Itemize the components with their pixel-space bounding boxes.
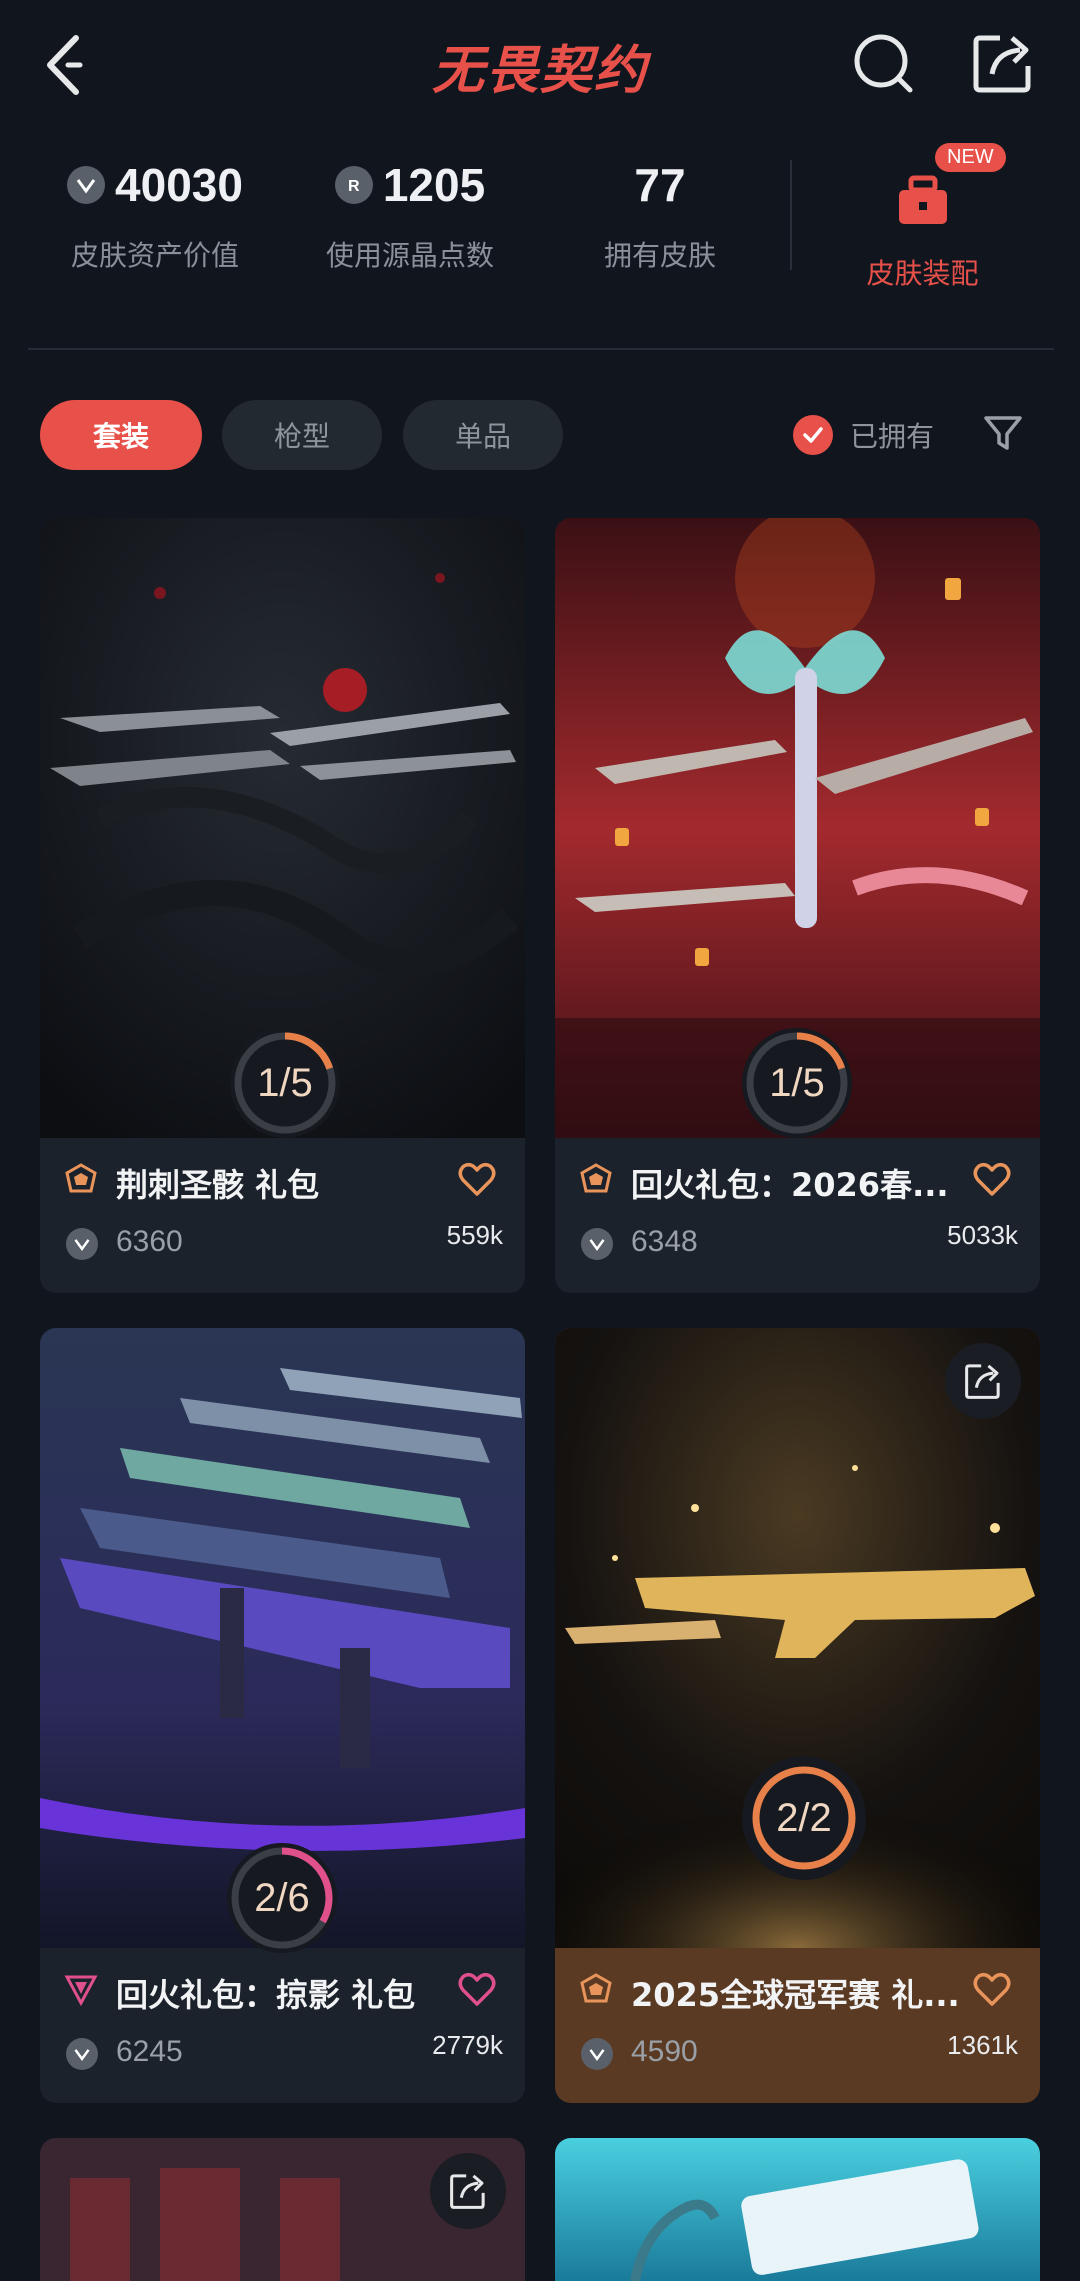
bundle-name: 2025全球冠军赛 礼... <box>631 1976 960 2014</box>
header-divider <box>28 348 1054 350</box>
skins-label: 拥有皮肤 <box>603 239 716 272</box>
progress-ring: 2/2 <box>742 1756 866 1880</box>
tier-badge-icon <box>65 1163 97 1193</box>
like-count: 2779k <box>432 2030 503 2060</box>
owned-label[interactable]: 已拥有 <box>850 415 934 455</box>
like-count: 559k <box>446 1220 503 1250</box>
share-icon[interactable] <box>970 30 1036 96</box>
heart-icon[interactable] <box>973 1162 1011 1198</box>
svg-text:R: R <box>348 178 360 195</box>
points-label: 使用源晶点数 <box>325 239 494 272</box>
stats-divider <box>790 160 792 270</box>
progress-ring: 1/5 <box>742 1028 852 1138</box>
share-icon <box>450 2174 485 2209</box>
vp-coin-icon <box>581 2038 613 2070</box>
tab-single-item[interactable]: 单品 <box>403 400 563 470</box>
bundle-card[interactable]: 2/6 回火礼包：掠影 礼包 6245 2779k <box>40 1328 525 2103</box>
stat-skins: 77 拥有皮肤 <box>580 150 740 274</box>
vp-coin-icon <box>66 1228 98 1260</box>
card-share-button[interactable] <box>945 1343 1021 1419</box>
search-icon[interactable] <box>850 30 916 96</box>
tab-weapon-type[interactable]: 枪型 <box>222 400 382 470</box>
like-count: 1361k <box>947 2030 1018 2060</box>
tier-badge-icon <box>64 1975 98 2006</box>
share-icon <box>965 1364 1000 1399</box>
points-value: 1205 <box>382 159 486 211</box>
bundle-info: 2025全球冠军赛 礼... 4590 1361k <box>555 1948 1040 2103</box>
bundle-price: 6360 <box>116 1225 183 1258</box>
bundle-card[interactable]: 1/5 回火礼包：2026春... 6348 5033k <box>555 518 1040 1293</box>
bundle-info: 荆刺圣骸 礼包 6360 559k <box>40 1138 525 1293</box>
tier-badge-icon <box>580 1973 612 2003</box>
bundle-card[interactable]: 2/2 2025全球冠军赛 礼... 4590 1361k <box>555 1328 1040 2103</box>
vp-coin-icon <box>67 166 106 204</box>
bundle-card-partial[interactable] <box>555 2138 1040 2281</box>
app-title: 无畏契约 <box>431 41 648 101</box>
toolbox-icon <box>898 175 947 224</box>
vp-coin-icon <box>581 1228 613 1260</box>
bundle-image <box>555 2138 1040 2281</box>
progress-ring: 2/6 <box>227 1843 337 1953</box>
vp-coin-icon <box>66 2038 98 2070</box>
new-badge: NEW <box>935 143 1006 172</box>
bundle-name: 回火礼包：2026春... <box>631 1166 949 1204</box>
bundle-info: 回火礼包：2026春... 6348 5033k <box>555 1138 1040 1293</box>
asset-value: 40030 <box>115 159 243 211</box>
stat-points: R 1205 使用源晶点数 <box>315 150 505 274</box>
app-header: 无畏契约 <box>0 0 1080 128</box>
card-share-button[interactable] <box>430 2153 506 2229</box>
bundle-price: 6245 <box>116 2035 183 2068</box>
tier-badge-icon <box>580 1163 612 1193</box>
asset-label: 皮肤资产价值 <box>70 239 239 272</box>
bundle-price: 4590 <box>631 2035 698 2068</box>
heart-icon[interactable] <box>973 1972 1011 2008</box>
owned-checkbox[interactable] <box>793 415 833 455</box>
bundle-info: 回火礼包：掠影 礼包 6245 2779k <box>40 1948 525 2103</box>
check-icon <box>803 427 823 443</box>
like-count: 5033k <box>947 1220 1018 1250</box>
bundle-card[interactable]: 1/5 荆刺圣骸 礼包 6360 559k <box>40 518 525 1293</box>
skins-value: 77 <box>634 159 686 211</box>
tab-bundle[interactable]: 套装 <box>40 400 202 470</box>
radianite-coin-icon: R <box>334 166 373 204</box>
heart-icon[interactable] <box>458 1162 496 1198</box>
bundle-price: 6348 <box>631 1225 698 1258</box>
bundle-name: 荆刺圣骸 礼包 <box>116 1166 320 1204</box>
filter-icon[interactable] <box>983 413 1023 453</box>
heart-icon[interactable] <box>458 1972 496 2008</box>
stat-asset-value: 40030 皮肤资产价值 <box>60 150 250 274</box>
progress-ring: 1/5 <box>230 1028 340 1138</box>
bundle-card-partial[interactable] <box>40 2138 525 2281</box>
bundle-name: 回火礼包：掠影 礼包 <box>116 1976 416 2014</box>
equip-label: 皮肤装配 <box>866 257 979 290</box>
